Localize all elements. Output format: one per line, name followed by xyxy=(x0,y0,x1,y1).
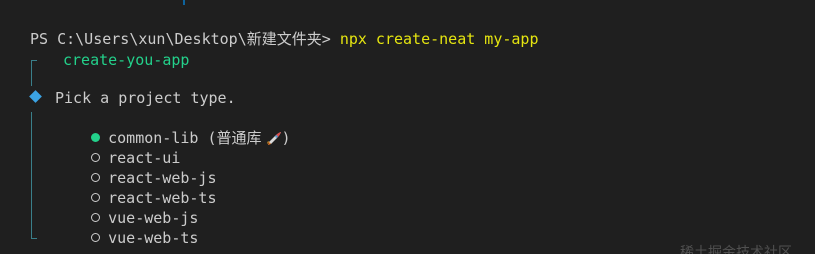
option-common-lib[interactable]: common-lib (普通库 ) xyxy=(55,108,291,147)
question-diamond-icon xyxy=(29,90,42,103)
question-prompt: Pick a project type. xyxy=(55,89,236,107)
radio-empty-icon xyxy=(91,233,101,242)
option-react-ui[interactable]: react-ui xyxy=(55,128,180,167)
prompt-path: PS C:\Users\xun\Desktop\新建文件夹> xyxy=(30,30,340,48)
command-text: npx create-neat my-app xyxy=(339,30,539,48)
prompt-line: PS C:\Users\xun\Desktop\新建文件夹> npx creat… xyxy=(30,29,539,49)
split-divider xyxy=(183,0,185,5)
option-label: vue-web-ts xyxy=(108,229,199,247)
option-vue-web-ts[interactable]: vue-web-ts xyxy=(55,208,198,247)
option-react-web-ts[interactable]: react-web-ts xyxy=(55,168,217,207)
option-suffix: ) xyxy=(281,129,291,147)
gutter-corner-bottom xyxy=(31,238,37,239)
rocket-icon xyxy=(266,132,281,145)
gutter-line-bottom xyxy=(31,112,32,238)
option-vue-web-js[interactable]: vue-web-js xyxy=(55,188,198,227)
watermark: 稀土掘金技术社区 xyxy=(680,245,792,254)
app-name-title: create-you-app xyxy=(63,51,190,69)
gutter-line-top xyxy=(31,60,32,86)
option-react-web-js[interactable]: react-web-js xyxy=(55,148,217,187)
terminal-window[interactable]: PS C:\Users\xun\Desktop\新建文件夹> npx creat… xyxy=(0,0,815,254)
